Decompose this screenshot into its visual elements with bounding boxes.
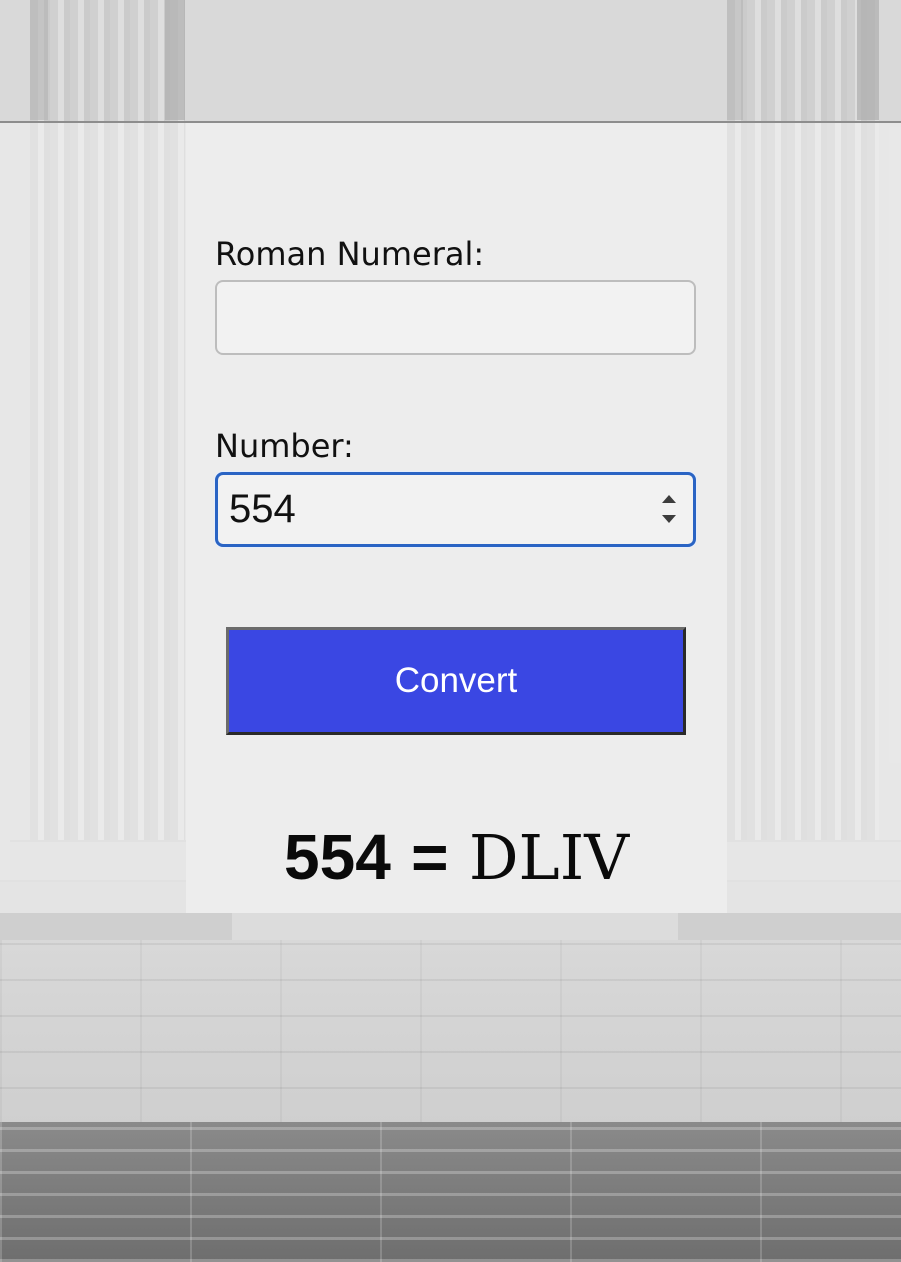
result-number: 554 bbox=[284, 821, 391, 893]
number-input[interactable]: 554 bbox=[215, 472, 696, 547]
number-label: Number: bbox=[215, 427, 354, 465]
floor-upper bbox=[0, 940, 901, 1125]
conversion-result: 554 = DLIV bbox=[186, 820, 727, 895]
roman-numeral-input[interactable] bbox=[215, 280, 696, 355]
floor-steps bbox=[0, 1122, 901, 1262]
convert-button[interactable]: Convert bbox=[226, 627, 686, 735]
number-input-value: 554 bbox=[229, 487, 296, 531]
result-roman: DLIV bbox=[468, 821, 629, 894]
chevron-up-icon[interactable] bbox=[662, 495, 676, 503]
header-bar bbox=[0, 0, 901, 123]
chevron-down-icon[interactable] bbox=[662, 515, 676, 523]
roman-numeral-label: Roman Numeral: bbox=[215, 235, 485, 273]
result-equals: = bbox=[411, 821, 449, 893]
number-spinner[interactable] bbox=[659, 489, 679, 529]
